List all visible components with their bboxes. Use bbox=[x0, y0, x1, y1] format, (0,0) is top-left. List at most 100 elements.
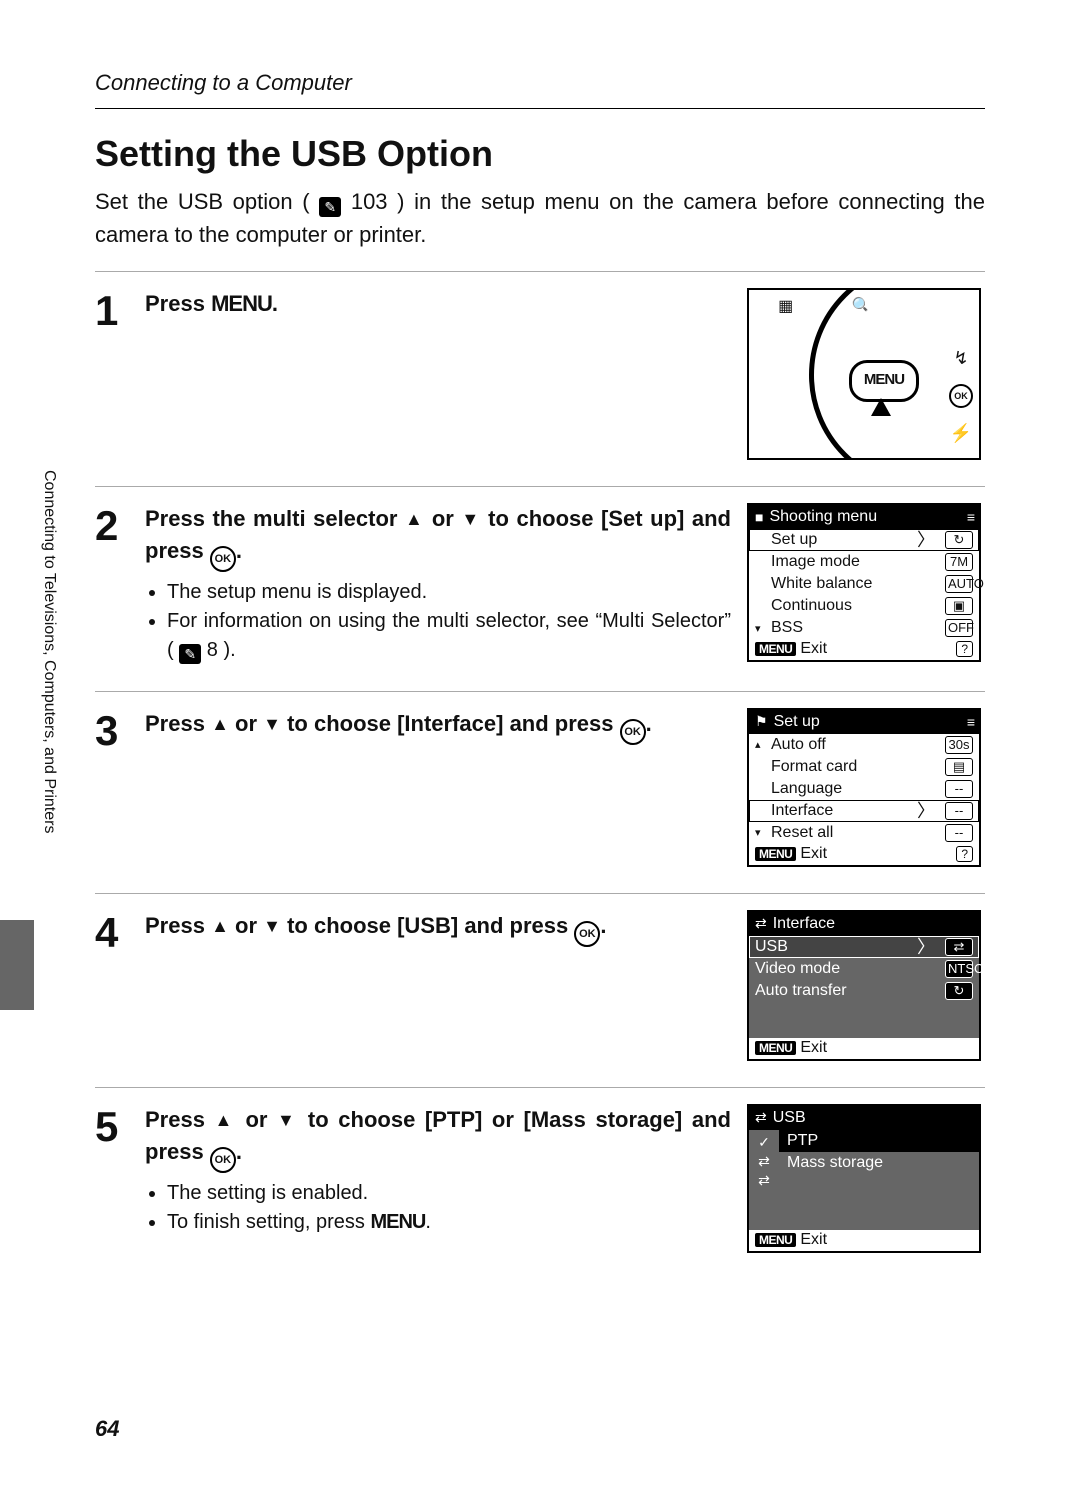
step-body: Press ▲ or ▼ to choose [PTP] or [Mass st… bbox=[145, 1104, 731, 1253]
screen-title-bar: ⇄ Interface bbox=[749, 912, 979, 936]
step-text: . bbox=[600, 913, 606, 938]
page-title: Setting the USB Option bbox=[95, 133, 985, 175]
step-2: 2 Press the multi selector ▲ or ▼ to cho… bbox=[95, 497, 985, 681]
menu-label: Auto transfer bbox=[755, 982, 847, 1000]
chevron-right-icon: 〉 bbox=[917, 938, 935, 956]
menu-item-auto-off: ▴ Auto off 30s bbox=[749, 734, 979, 756]
step-figure: ▦ 🔍 ❓ ↯ OK ⚡ MENU bbox=[747, 288, 985, 460]
menu-label: PTP bbox=[787, 1132, 818, 1150]
step-text: to choose [USB] and press bbox=[287, 913, 574, 938]
value-icon: ↻ bbox=[945, 982, 973, 1000]
transfer-icon: ↯ bbox=[953, 348, 968, 369]
step-text: or bbox=[235, 711, 263, 736]
value-icon: ‑‑ bbox=[945, 824, 973, 842]
divider bbox=[95, 271, 985, 272]
menu-item-mass-storage: Mass storage bbox=[779, 1152, 979, 1174]
setup-menu-screen: ⚑ Set up ≡ ▴ Auto off 30s Format card ▤ … bbox=[747, 708, 981, 867]
step-text: . bbox=[272, 291, 278, 316]
step-number: 2 bbox=[95, 503, 129, 665]
arrow-up-icon: ▲ bbox=[405, 509, 424, 529]
value-icon: ⇄ bbox=[945, 938, 973, 956]
value-icon: ‑‑ bbox=[945, 802, 973, 820]
interface-icon: ⇄ bbox=[755, 915, 767, 932]
menu-item-continuous: Continuous ▣ bbox=[749, 595, 979, 617]
menu-item-image-mode: Image mode 7M bbox=[749, 551, 979, 573]
arrow-down-icon: ▼ bbox=[277, 1110, 298, 1130]
spacer bbox=[779, 1174, 979, 1230]
step-text: . bbox=[236, 1139, 242, 1164]
arrow-down-icon: ▼ bbox=[263, 714, 281, 734]
arrow-down-icon: ▾ bbox=[755, 622, 765, 635]
mass-storage-icon: ⇄ bbox=[758, 1172, 770, 1189]
step-text: . bbox=[236, 538, 242, 563]
value-icon: ▣ bbox=[945, 597, 973, 615]
page-ref-icon: ✎ bbox=[319, 197, 341, 217]
usb-icon: ⇄ bbox=[755, 1109, 767, 1126]
step-body: Press MENU. bbox=[145, 288, 731, 460]
screen-footer: MENU Exit ? bbox=[749, 639, 979, 660]
divider bbox=[95, 486, 985, 487]
chevron-right-icon: 〉 bbox=[917, 531, 935, 549]
side-section-label: Connecting to Televisions, Computers, an… bbox=[40, 470, 58, 833]
spacer bbox=[749, 1002, 979, 1038]
step-body: Press ▲ or ▼ to choose [USB] and press O… bbox=[145, 910, 731, 1061]
value-icon: 7M bbox=[945, 553, 973, 571]
step-figure: ⚑ Set up ≡ ▴ Auto off 30s Format card ▤ … bbox=[747, 708, 985, 867]
screen-title-bar: ⚑ Set up ≡ bbox=[749, 710, 979, 734]
step-body: Press the multi selector ▲ or ▼ to choos… bbox=[145, 503, 731, 665]
menu-item-format: Format card ▤ bbox=[749, 756, 979, 778]
arrow-up-icon bbox=[871, 398, 891, 416]
menu-label: Language bbox=[771, 780, 842, 798]
exit-label: Exit bbox=[800, 1231, 827, 1249]
screen-title-bar: ⇄ USB bbox=[749, 1106, 979, 1130]
divider bbox=[95, 893, 985, 894]
option-icon-strip: ✓ ⇄ ⇄ bbox=[749, 1130, 779, 1230]
menu-tag: MENU bbox=[755, 1233, 796, 1247]
menu-item-auto-transfer: Auto transfer ↻ bbox=[749, 980, 979, 1002]
camera-back-illustration: ▦ 🔍 ❓ ↯ OK ⚡ MENU bbox=[747, 288, 981, 460]
arrow-up-icon: ▲ bbox=[211, 714, 229, 734]
page-number: 64 bbox=[95, 1416, 119, 1442]
bullet-text: . bbox=[425, 1211, 431, 1233]
help-icon: ? bbox=[956, 641, 973, 657]
screen-title: Interface bbox=[773, 915, 835, 933]
step-1: 1 Press MENU. ▦ 🔍 ❓ ↯ OK ⚡ MENU bbox=[95, 282, 985, 476]
menu-label: USB bbox=[755, 938, 788, 956]
step-text: or bbox=[235, 913, 263, 938]
menu-label: MENU bbox=[370, 1211, 425, 1233]
arrow-up-icon: ▴ bbox=[755, 738, 765, 751]
setup-icon: ↻ bbox=[945, 531, 973, 549]
step-text: Press bbox=[145, 1107, 215, 1132]
value-icon: NTSC bbox=[945, 960, 973, 978]
setup-icon: ⚑ bbox=[755, 713, 768, 730]
arrow-up-icon: ▲ bbox=[215, 1110, 236, 1130]
bullet-ref: 8 bbox=[207, 639, 218, 661]
arrow-down-icon: ▼ bbox=[263, 916, 281, 936]
menu-item-video-mode: Video mode NTSC bbox=[749, 958, 979, 980]
step-number: 3 bbox=[95, 708, 129, 867]
ok-icon: OK bbox=[620, 719, 646, 745]
menu-bars-icon: ≡ bbox=[967, 509, 973, 525]
step-figure: ⇄ Interface USB 〉 ⇄ Video mode NTSC Auto… bbox=[747, 910, 985, 1061]
step-number: 1 bbox=[95, 288, 129, 460]
step-text: Press bbox=[145, 711, 211, 736]
step-text: Press bbox=[145, 913, 211, 938]
screen-footer: MENU Exit bbox=[749, 1230, 979, 1251]
arrow-up-icon: ▲ bbox=[211, 916, 229, 936]
menu-label: Format card bbox=[771, 758, 857, 776]
step-bullet: The setting is enabled. bbox=[167, 1179, 731, 1208]
shooting-menu-screen: ■ Shooting menu ≡ Set up 〉 ↻ Image mode … bbox=[747, 503, 981, 662]
menu-button: MENU bbox=[849, 360, 919, 402]
step-bullet: To finish setting, press MENU. bbox=[167, 1208, 731, 1237]
menu-label: Interface bbox=[771, 802, 833, 820]
screen-title: USB bbox=[773, 1109, 806, 1127]
chevron-right-icon: 〉 bbox=[917, 802, 935, 820]
flash-icon: ⚡ bbox=[950, 423, 972, 444]
check-icon: ✓ bbox=[758, 1134, 770, 1151]
screen-title-bar: ■ Shooting menu ≡ bbox=[749, 505, 979, 529]
step-figure: ■ Shooting menu ≡ Set up 〉 ↻ Image mode … bbox=[747, 503, 985, 665]
exit-label: Exit bbox=[800, 845, 827, 863]
step-bullet: For information on using the multi selec… bbox=[167, 607, 731, 665]
menu-label: Continuous bbox=[771, 597, 852, 615]
value-icon: OFF bbox=[945, 619, 973, 637]
